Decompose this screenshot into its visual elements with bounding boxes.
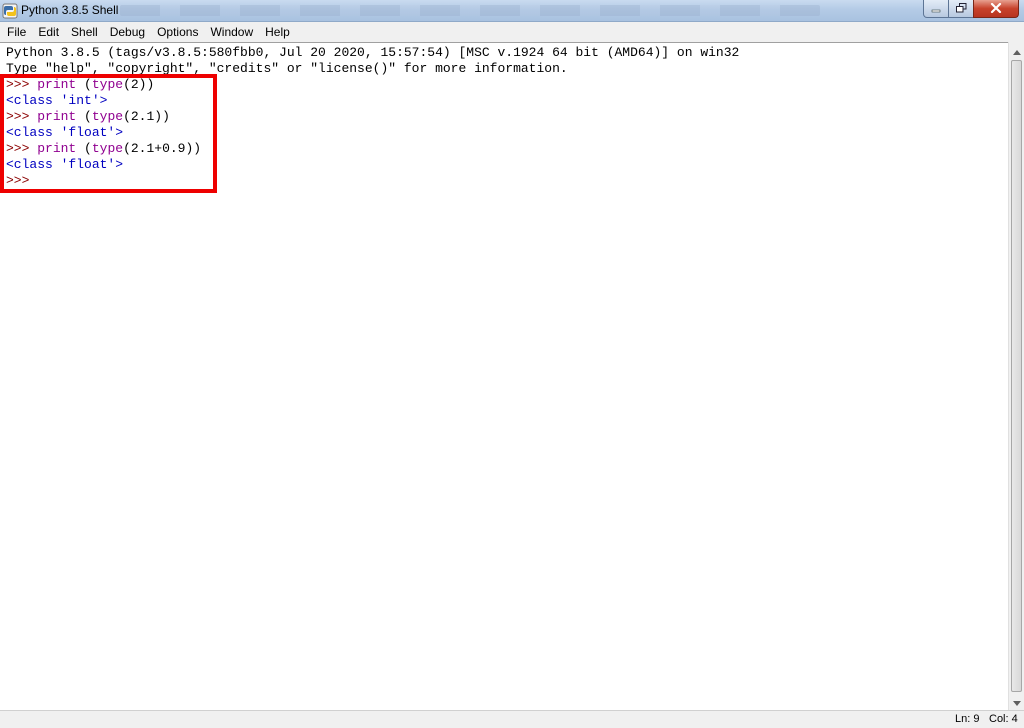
chevron-down-icon: [1012, 693, 1021, 711]
shell-text-area[interactable]: Python 3.8.5 (tags/v3.8.5:580fbb0, Jul 2…: [0, 42, 1008, 710]
menu-edit[interactable]: Edit: [32, 22, 65, 42]
minimize-icon: [931, 0, 941, 18]
code-text: (: [76, 109, 92, 124]
menu-window[interactable]: Window: [204, 22, 259, 42]
shell-input-line: >>> print (type(2)): [6, 77, 154, 93]
menu-bar: File Edit Shell Debug Options Window Hel…: [0, 22, 1024, 42]
shell-input-line: >>> print (type(2.1)): [6, 109, 170, 125]
shell-prompt: >>>: [6, 141, 38, 156]
scroll-up-button[interactable]: [1009, 42, 1024, 59]
banner-line: Python 3.8.5 (tags/v3.8.5:580fbb0, Jul 2…: [6, 45, 740, 60]
minimize-button[interactable]: [923, 0, 949, 18]
shell-prompt: >>>: [6, 77, 38, 92]
shell-output-line: <class 'float'>: [6, 157, 124, 172]
close-icon: [990, 0, 1002, 18]
scrollbar-thumb[interactable]: [1011, 60, 1022, 692]
shell-output-line: <class 'float'>: [6, 125, 124, 140]
menu-debug[interactable]: Debug: [104, 22, 151, 42]
code-builtin: type: [91, 141, 124, 156]
vertical-scrollbar[interactable]: [1008, 42, 1024, 710]
shell-prompt: >>>: [6, 109, 38, 124]
code-builtin: type: [91, 77, 124, 92]
banner-line: Type "help", "copyright", "credits" or "…: [6, 61, 568, 76]
restore-icon: [955, 0, 967, 18]
scroll-down-button[interactable]: [1009, 693, 1024, 710]
code-text: (: [76, 141, 92, 156]
python-idle-icon[interactable]: [2, 3, 18, 19]
idle-shell-window: Python 3.8.5 Shell File Edit Shell Debug…: [0, 0, 1024, 728]
menu-file[interactable]: File: [0, 22, 32, 42]
chevron-up-icon: [1012, 42, 1021, 60]
menu-shell[interactable]: Shell: [65, 22, 104, 42]
code-text: (2.1+0.9)): [123, 141, 202, 156]
restore-button[interactable]: [948, 0, 974, 18]
status-column-number: Col: 4: [989, 713, 1018, 725]
code-text: (2.1)): [123, 109, 170, 124]
menu-options[interactable]: Options: [151, 22, 204, 42]
status-bar: Ln: 9 Col: 4: [0, 710, 1024, 728]
shell-output-line: <class 'int'>: [6, 93, 108, 108]
close-button[interactable]: [973, 0, 1019, 18]
title-bar-background-text: [120, 5, 820, 16]
shell-prompt: >>>: [6, 173, 38, 188]
status-line-number: Ln: 9: [955, 713, 980, 725]
code-builtin: type: [91, 109, 124, 124]
code-text: (2)): [123, 77, 155, 92]
code-keyword: print: [37, 141, 77, 156]
shell-input-line: >>> print (type(2.1+0.9)): [6, 141, 201, 157]
shell-current-prompt-line[interactable]: >>>: [6, 173, 37, 189]
menu-help[interactable]: Help: [259, 22, 296, 42]
code-text: (: [76, 77, 92, 92]
title-bar[interactable]: Python 3.8.5 Shell: [0, 0, 1024, 22]
code-keyword: print: [37, 109, 77, 124]
window-title: Python 3.8.5 Shell: [21, 3, 119, 17]
code-keyword: print: [37, 77, 77, 92]
